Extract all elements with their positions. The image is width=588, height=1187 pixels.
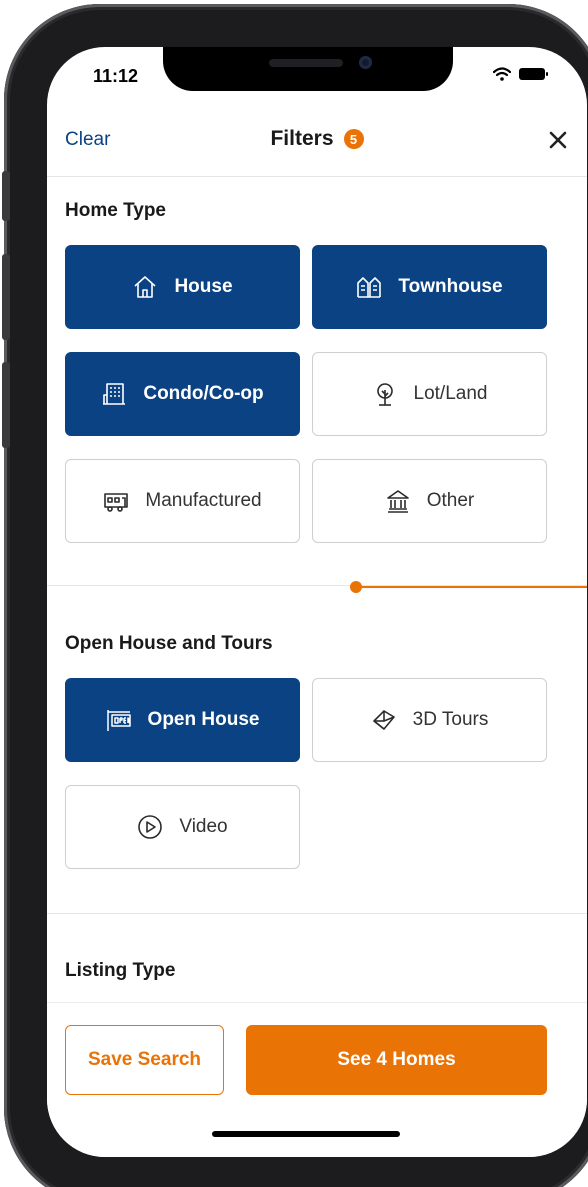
speaker: [269, 59, 343, 67]
notch: [163, 47, 453, 91]
title-wrap: Filters 5: [47, 127, 587, 151]
home-type-title: Home Type: [65, 200, 167, 221]
home-type-other[interactable]: Other: [312, 459, 547, 543]
home-type-condo[interactable]: Condo/Co-op: [65, 352, 300, 436]
filter-count-badge: 5: [343, 129, 364, 149]
phone-frame: 11:12 Clear Filters 5 Home Type House To…: [2, 4, 588, 1187]
bank-building-icon: [386, 490, 409, 513]
open-house-title: Open House and Tours: [65, 633, 273, 654]
status-time: 11:12: [93, 66, 139, 86]
home-type-townhouse[interactable]: Townhouse: [312, 245, 547, 329]
home-type-lot-land[interactable]: Lot/Land: [312, 352, 547, 436]
home-type-manufactured[interactable]: Manufactured: [65, 459, 300, 543]
tours-3d-label: 3D Tours: [412, 709, 489, 730]
condo-icon: [103, 383, 126, 405]
home-type-house[interactable]: House: [65, 245, 300, 329]
tours-3d-option[interactable]: 3D Tours: [312, 678, 547, 762]
house-icon: [134, 276, 156, 298]
camera: [359, 56, 372, 69]
close-icon[interactable]: [547, 129, 569, 151]
home-type-lot-land-label: Lot/Land: [413, 383, 488, 404]
home-indicator[interactable]: [212, 1131, 400, 1137]
home-type-condo-label: Condo/Co-op: [143, 383, 264, 404]
home-type-townhouse-label: Townhouse: [398, 276, 503, 297]
battery-icon: [519, 68, 548, 80]
video-option[interactable]: Video: [65, 785, 300, 869]
listing-type-title: Listing Type: [65, 960, 176, 981]
cube-icon: [372, 710, 395, 730]
volume-down-button: [2, 362, 10, 448]
wifi-icon: [493, 67, 511, 81]
filters-header: Clear Filters 5: [47, 107, 587, 177]
open-house-option[interactable]: Open House: [65, 678, 300, 762]
home-type-other-label: Other: [426, 490, 475, 511]
townhouse-icon: [357, 277, 382, 298]
filters-content[interactable]: Home Type House Townhouse Condo/Co-op Lo…: [47, 178, 587, 1002]
footer-bar: Save Search See 4 Homes: [47, 1002, 587, 1157]
silent-switch: [2, 171, 10, 221]
home-type-manufactured-label: Manufactured: [145, 490, 262, 511]
see-homes-button[interactable]: See 4 Homes: [246, 1025, 547, 1095]
video-label: Video: [179, 816, 228, 837]
open-house-label: Open House: [147, 709, 260, 730]
manufactured-home-icon: [104, 493, 129, 512]
tree-icon: [376, 383, 393, 406]
play-circle-icon: [138, 815, 163, 839]
save-search-button[interactable]: Save Search: [65, 1025, 224, 1095]
open-sign-icon: [106, 710, 131, 731]
section-divider: [47, 913, 587, 914]
annotation-line: [356, 586, 587, 588]
status-icons: [493, 67, 548, 81]
volume-up-button: [2, 254, 10, 340]
screen: 11:12 Clear Filters 5 Home Type House To…: [47, 47, 587, 1157]
page-title: Filters: [270, 127, 334, 150]
home-type-house-label: House: [174, 276, 233, 297]
